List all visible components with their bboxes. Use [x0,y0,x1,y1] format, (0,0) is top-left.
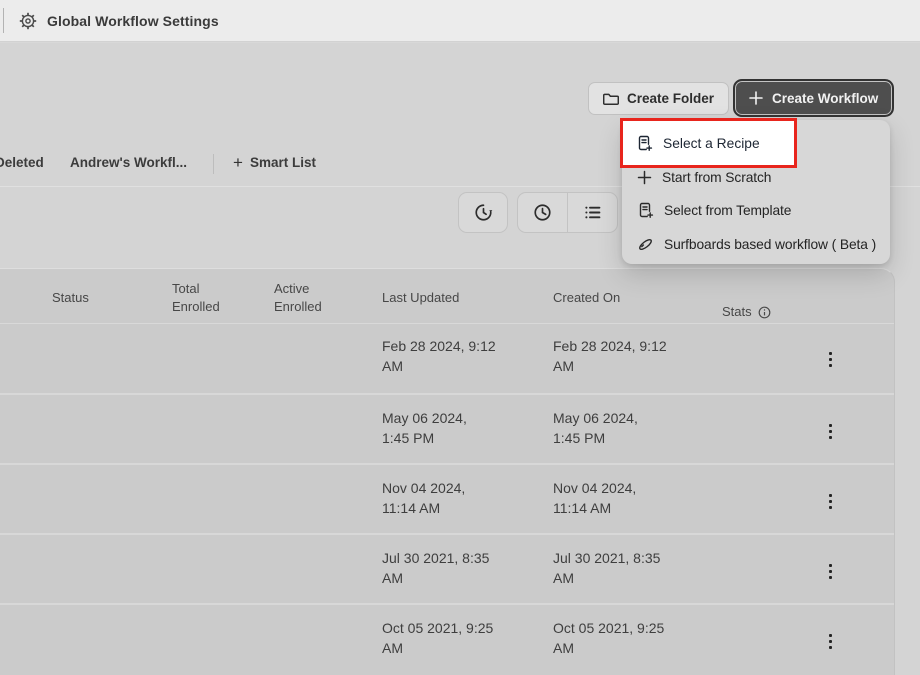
file-plus-icon [636,135,653,152]
row-menu-button[interactable] [827,492,834,511]
header-total-enrolled: Total Enrolled [172,280,220,315]
table-row: Jul 30 2021, 8:35 AM Jul 30 2021, 8:35 A… [0,533,894,603]
page-title: Global Workflow Settings [47,13,219,29]
create-workflow-button[interactable]: Create Workflow [733,79,894,117]
run-history-button[interactable] [458,192,508,233]
list-icon [582,202,603,223]
menu-item-select-a-recipe[interactable]: Select a Recipe [620,118,797,168]
workflow-table: Status Total Enrolled Active Enrolled La… [0,268,895,675]
view-toggle-group [517,192,618,233]
plus-icon: + [233,156,243,170]
file-plus-icon [637,202,654,219]
tab-divider [213,154,214,174]
menu-item-label: Select a Recipe [663,136,760,151]
menu-item-label: Select from Template [664,203,791,218]
menu-item-label: Surfboards based workflow ( Beta ) [664,237,876,252]
clock-icon [532,202,553,223]
menu-item-select-from-template[interactable]: Select from Template [622,194,890,227]
created-on-cell: Oct 05 2021, 9:25 AM [553,619,693,658]
surfboard-icon [637,236,654,253]
table-row: Oct 05 2021, 9:25 AM Oct 05 2021, 9:25 A… [0,603,894,673]
time-view-button[interactable] [518,193,567,232]
table-row: Nov 04 2024, 11:14 AM Nov 04 2024, 11:14… [0,463,894,533]
plus-icon [749,91,763,105]
last-updated-cell: May 06 2024, 1:45 PM [382,409,522,448]
row-menu-button[interactable] [827,632,834,651]
header-created-on: Created On [553,289,620,307]
last-updated-cell: Oct 05 2021, 9:25 AM [382,619,522,658]
plus-icon [637,170,652,185]
top-bar: Global Workflow Settings [0,0,920,42]
smart-list-label: Smart List [250,155,316,170]
last-updated-cell: Jul 30 2021, 8:35 AM [382,549,522,588]
tab-andrews-workflow[interactable]: Andrew's Workfl... [70,155,187,170]
row-menu-button[interactable] [827,422,834,441]
tab-smart-list[interactable]: + Smart List [233,155,316,170]
row-menu-button[interactable] [827,350,834,369]
stats-label: Stats [722,303,752,321]
tab-deleted[interactable]: Deleted [0,155,44,170]
menu-item-label: Start from Scratch [662,170,771,185]
table-row: Feb 28 2024, 9:12 AM Feb 28 2024, 9:12 A… [0,323,894,393]
created-on-cell: Feb 28 2024, 9:12 AM [553,337,693,376]
menu-item-surfboards-workflow[interactable]: Surfboards based workflow ( Beta ) [622,228,890,261]
header-last-updated: Last Updated [382,289,459,307]
create-folder-label: Create Folder [627,91,714,106]
created-on-cell: Nov 04 2024, 11:14 AM [553,479,693,518]
clock-rotate-icon [473,202,494,223]
create-folder-button[interactable]: Create Folder [588,82,729,115]
list-view-button[interactable] [567,193,617,232]
created-on-cell: May 06 2024, 1:45 PM [553,409,693,448]
last-updated-cell: Nov 04 2024, 11:14 AM [382,479,522,518]
window-edge-divider [3,8,4,33]
folder-icon [603,91,619,106]
header-active-enrolled: Active Enrolled [274,280,322,315]
table-row: May 06 2024, 1:45 PM May 06 2024, 1:45 P… [0,393,894,463]
gear-icon [19,12,37,30]
create-workflow-label: Create Workflow [772,91,878,106]
created-on-cell: Jul 30 2021, 8:35 AM [553,549,693,588]
header-status: Status [52,289,89,307]
last-updated-cell: Feb 28 2024, 9:12 AM [382,337,522,376]
row-menu-button[interactable] [827,562,834,581]
